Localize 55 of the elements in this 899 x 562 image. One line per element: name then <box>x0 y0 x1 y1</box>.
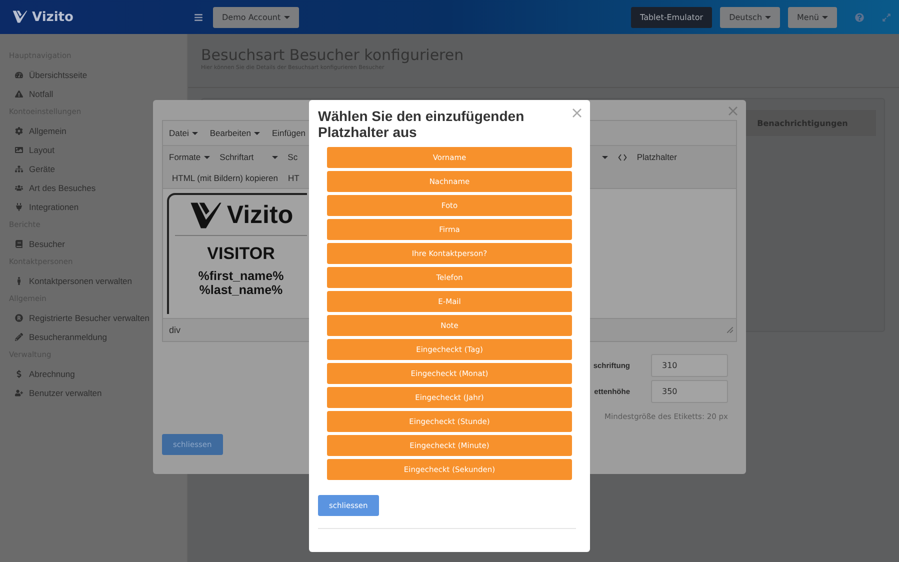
label-title: VISITOR <box>207 244 275 264</box>
gauge-icon <box>15 70 23 78</box>
resize-handle-icon[interactable] <box>727 327 733 333</box>
sidebar-item[interactable]: Benutzer verwalten <box>0 383 187 402</box>
close-icon <box>572 108 582 118</box>
book-icon <box>15 240 23 248</box>
element-path: div <box>169 325 181 335</box>
sidebar-item[interactable]: Registrierte Besucher verwalten <box>0 308 187 327</box>
plug-icon <box>15 202 23 210</box>
toolbar-button[interactable]: Sc <box>288 152 298 162</box>
sidebar-item[interactable]: Kontaktpersonen verwalten <box>0 271 187 290</box>
toolbar-button[interactable]: HT <box>288 173 300 183</box>
caret-icon[interactable] <box>602 156 608 158</box>
image-icon <box>15 146 23 154</box>
header-dropdown[interactable]: Deutsch <box>720 6 780 28</box>
number-field[interactable]: 350 <box>651 380 728 403</box>
format-dropdown[interactable]: Formate <box>169 152 210 162</box>
logo-icon <box>12 10 28 24</box>
label-text: %first_name% <box>198 269 284 283</box>
sidebar-item[interactable]: Notfall <box>0 84 187 103</box>
person-icon <box>15 276 23 284</box>
sidebar-item[interactable]: Integrationen <box>0 197 187 216</box>
menu-icon[interactable] <box>194 12 203 22</box>
user-plus-icon <box>15 388 23 396</box>
close-icon <box>728 106 738 116</box>
label-text: %last_name% <box>199 283 283 297</box>
logo-text: Vizito <box>32 10 74 24</box>
expand-icon[interactable] <box>882 12 891 22</box>
help-icon[interactable] <box>855 12 864 22</box>
registered-icon <box>15 314 23 322</box>
sidebar-item[interactable]: Abrechnung <box>0 364 187 383</box>
font-select[interactable]: Schriftart <box>220 152 278 162</box>
menu-item[interactable]: Bearbeiten <box>210 128 260 138</box>
dollar-icon <box>15 370 23 378</box>
number-field[interactable]: 310 <box>651 354 728 377</box>
menu-item[interactable]: Einfügen <box>272 128 306 138</box>
warning-icon <box>15 90 23 98</box>
account-dropdown[interactable]: Demo Account <box>213 6 299 28</box>
people-icon <box>15 184 23 192</box>
logo-text: Vizito <box>226 200 294 230</box>
menu-item[interactable]: Datei <box>169 128 198 138</box>
gear-icon <box>15 126 23 134</box>
code-icon[interactable] <box>618 154 627 160</box>
sidebar-item[interactable]: Besucher <box>0 234 187 253</box>
close-button[interactable] <box>570 106 584 120</box>
header-button[interactable]: Tablet-Emulator <box>631 6 712 28</box>
pencil-icon <box>15 332 23 340</box>
logo-icon <box>188 200 223 230</box>
dialog-title: Wählen Sie den einzufügenden Platzhalter aus <box>318 108 526 140</box>
close-button[interactable] <box>726 104 740 118</box>
header-dropdown[interactable]: Menü <box>788 6 837 28</box>
toolbar-button[interactable]: HTML (mit Bildern) kopieren <box>172 173 278 183</box>
sitemap-icon <box>15 164 23 172</box>
sidebar-item[interactable]: Übersichtsseite <box>0 65 187 84</box>
placeholder-button[interactable]: Platzhalter <box>636 152 677 162</box>
